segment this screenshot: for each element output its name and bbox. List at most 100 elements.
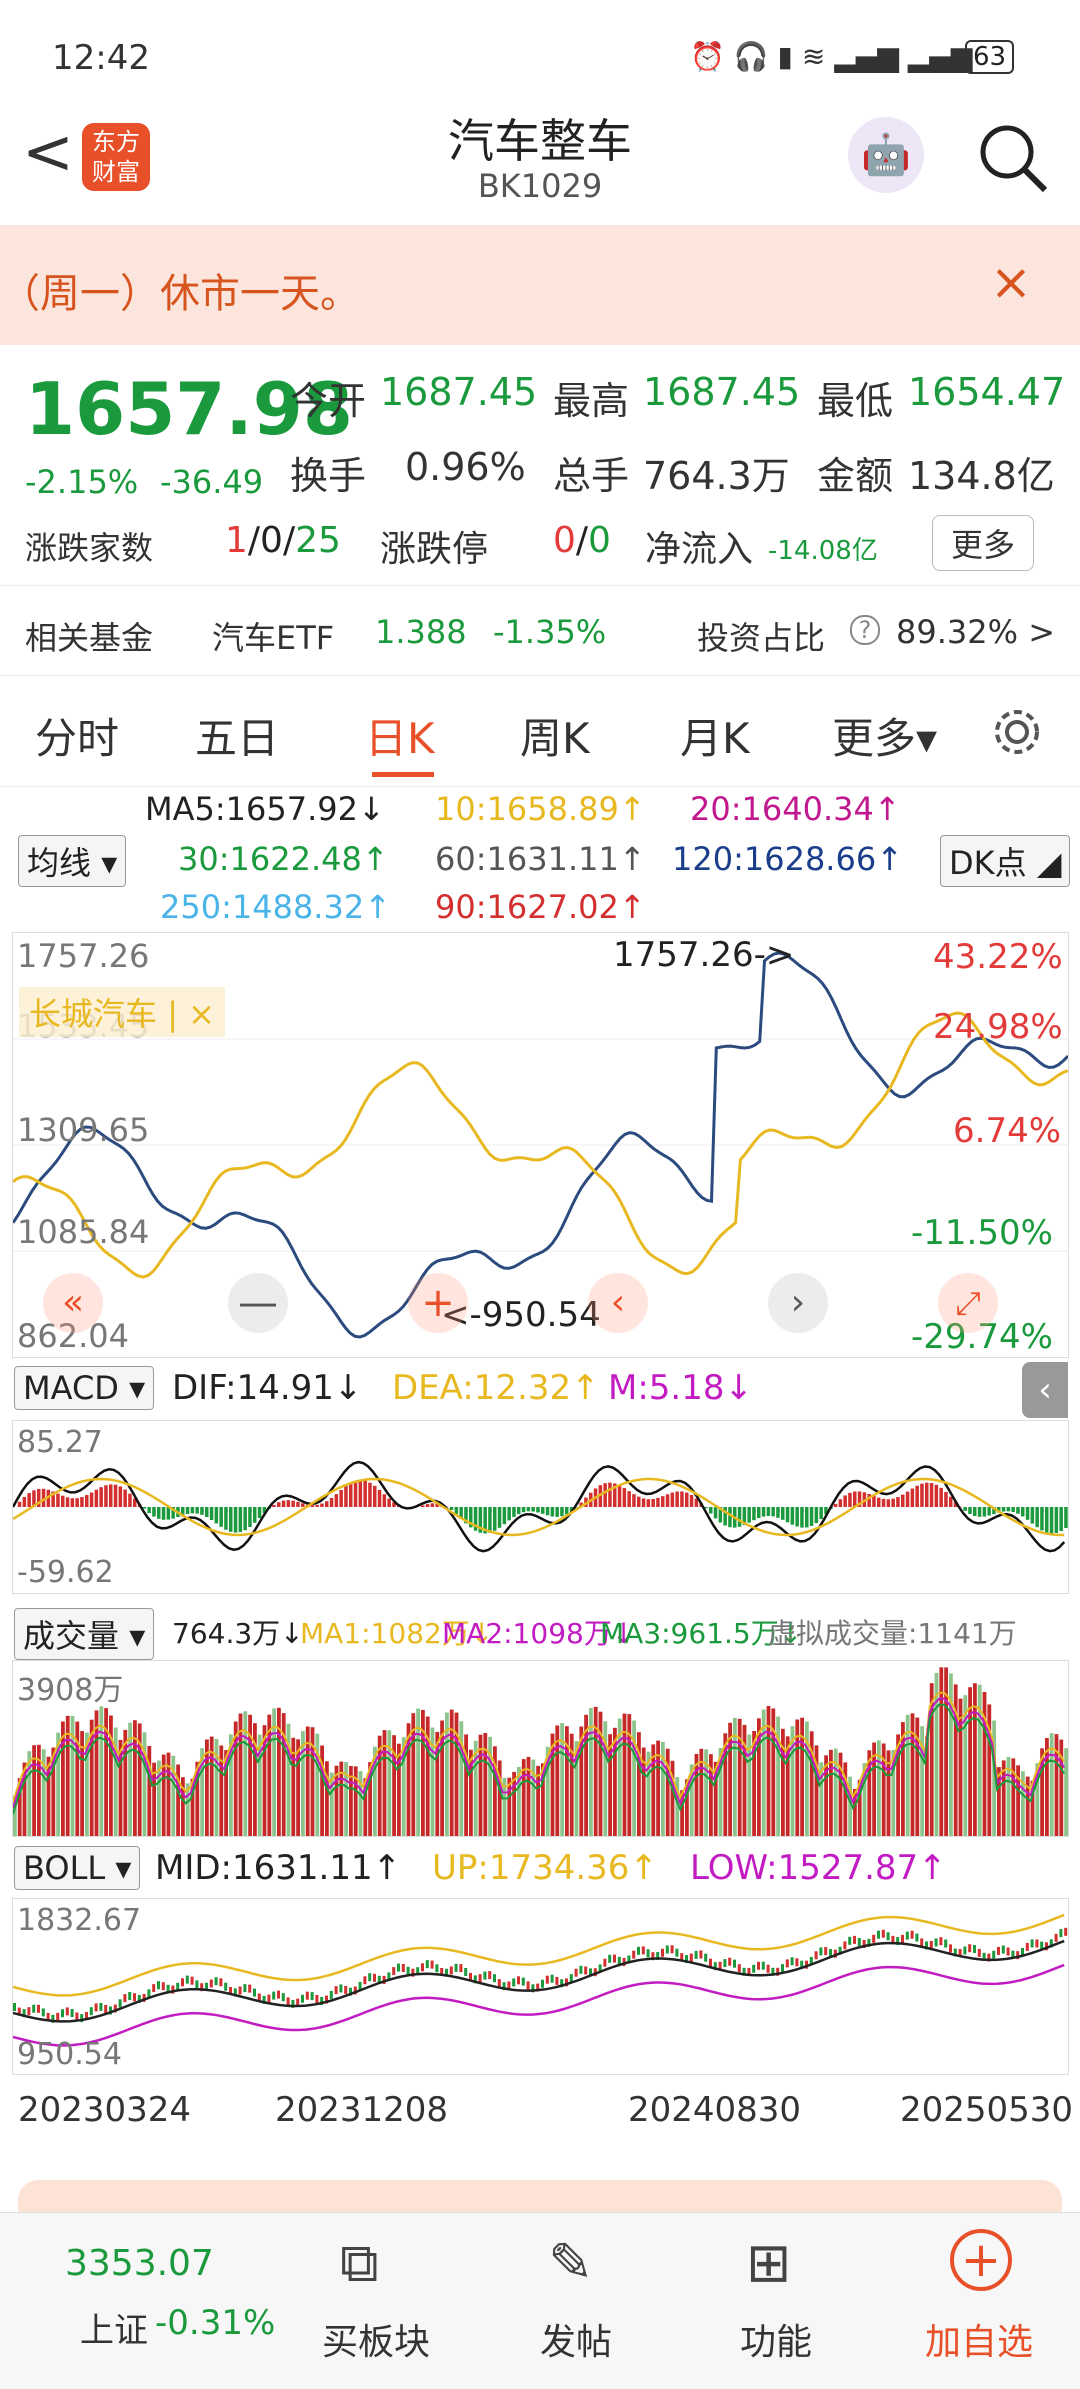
y-label-3: 1309.65 [17, 1111, 149, 1149]
macd-bar [685, 1493, 689, 1508]
macd-bar [843, 1495, 847, 1507]
boll-candle [906, 1932, 909, 1940]
tab-five-day[interactable]: 五日 [195, 705, 279, 766]
next-icon[interactable]: › [768, 1273, 828, 1333]
tab-more[interactable]: 更多▾ [832, 705, 937, 766]
post-button[interactable]: 发帖 [540, 2313, 612, 2365]
boll-mid: MID:1631.11↑ [155, 1848, 401, 1888]
overlay-stock-tag[interactable]: 长城汽车 | × [19, 987, 225, 1037]
boll-candle [1059, 1929, 1062, 1937]
boll-up: UP:1734.36↑ [432, 1848, 658, 1888]
macd-bar [1055, 1507, 1059, 1533]
boll-candle [90, 2007, 93, 2015]
up-count: 1 [225, 520, 248, 561]
boll-candle [642, 1946, 645, 1954]
boll-candle [584, 1967, 587, 1975]
invest-value[interactable]: 89.32% > [896, 613, 1055, 651]
macd-bar [834, 1504, 838, 1507]
fund-name[interactable]: 汽车ETF [212, 613, 334, 659]
sh-index-change[interactable]: -0.31% [155, 2303, 275, 2343]
boll-candle [104, 2005, 107, 2013]
macd-bar [1026, 1507, 1030, 1520]
post-icon[interactable]: ✎ [548, 2231, 593, 2294]
boll-candle [1026, 1943, 1029, 1951]
boll-candle [373, 1974, 376, 1982]
boll-candle [695, 1951, 698, 1959]
boll-candle [119, 1999, 122, 2007]
tab-monthly-k[interactable]: 月K [680, 705, 750, 766]
fund-label: 相关基金 [25, 613, 153, 659]
macd-bar [378, 1490, 382, 1507]
settings-gear-icon[interactable] [990, 705, 1044, 759]
y-label-4: 1085.84 [17, 1213, 149, 1251]
dk-point-button[interactable]: DK点 ◢ [940, 835, 1070, 887]
macd-bar [71, 1498, 75, 1507]
boll-candle [397, 1964, 400, 1972]
boll-candle [512, 1978, 515, 1986]
macd-bar [791, 1507, 795, 1525]
add-favorite-button[interactable]: 加自选 [925, 2313, 1033, 2365]
boll-candle [728, 1958, 731, 1966]
macd-bar [901, 1495, 905, 1507]
function-grid-icon[interactable]: ⊞ [746, 2231, 791, 2294]
tab-intraday[interactable]: 分时 [35, 705, 119, 766]
sh-index-value[interactable]: 3353.07 [65, 2243, 214, 2284]
add-favorite-icon[interactable]: + [950, 2229, 1012, 2291]
volume-virtual: 虚拟成交量:1141万 [768, 1612, 1017, 1652]
macd-bar [330, 1498, 334, 1507]
macd-bar [795, 1507, 799, 1527]
macd-bar [507, 1507, 511, 1520]
collapse-panel-icon[interactable]: ‹ [1022, 1362, 1068, 1418]
ma-select[interactable]: 均线 ▾ [18, 835, 126, 887]
macd-select[interactable]: MACD ▾ [14, 1366, 154, 1410]
macd-bar [944, 1492, 948, 1507]
boll-candle [455, 1964, 458, 1972]
main-chart[interactable]: 1757.26 1533.45 1309.65 1085.84 862.04 4… [12, 932, 1069, 1358]
boll-candle [426, 1960, 429, 1968]
prev-icon[interactable]: ‹ [588, 1273, 648, 1333]
boll-mid-line [13, 1941, 1064, 2021]
ma60-value: 60:1631.11↑ [435, 840, 646, 878]
boll-candle [848, 1937, 851, 1945]
tab-weekly-k[interactable]: 周K [520, 705, 590, 766]
scroll-left-icon[interactable]: « [43, 1273, 103, 1333]
boll-candle [675, 1949, 678, 1957]
ma5-value: MA5:1657.92↓ [145, 790, 385, 828]
boll-candle [791, 1957, 794, 1965]
boll-candle [603, 1959, 606, 1967]
robot-assistant-icon[interactable]: 🤖 [848, 117, 924, 193]
date-label-2: 20231208 [275, 2090, 448, 2130]
zoom-in-icon[interactable]: + [408, 1273, 468, 1333]
macd-bar [205, 1507, 209, 1517]
boll-candle [133, 1993, 136, 2001]
macd-bar [488, 1507, 492, 1533]
tab-daily-k[interactable]: 日K [365, 705, 435, 766]
back-button[interactable]: < [22, 115, 74, 188]
macd-bar [162, 1507, 166, 1520]
sh-index-name[interactable]: 上证 [80, 2303, 148, 2352]
macd-bar [186, 1507, 190, 1514]
function-button[interactable]: 功能 [740, 2313, 812, 2365]
boll-candle [56, 2013, 59, 2021]
buy-board-button[interactable]: 买板块 [322, 2313, 430, 2365]
macd-bar [887, 1499, 891, 1507]
boll-select[interactable]: BOLL ▾ [14, 1846, 140, 1890]
volume-select[interactable]: 成交量 ▾ [14, 1608, 154, 1660]
boll-candle [757, 1962, 760, 1970]
search-icon[interactable] [975, 120, 1050, 195]
macd-bar [771, 1507, 775, 1516]
close-icon[interactable]: × [990, 253, 1032, 311]
boll-low: LOW:1527.87↑ [690, 1848, 947, 1888]
fullscreen-icon[interactable]: ⤢ [938, 1273, 998, 1333]
boll-candle [815, 1951, 818, 1959]
boll-candle [1002, 1946, 1005, 1954]
help-icon[interactable]: ? [850, 615, 880, 645]
macd-bar [344, 1486, 348, 1507]
more-button[interactable]: 更多 [932, 515, 1034, 571]
limit-up-count: 0 [553, 520, 576, 561]
buy-board-icon[interactable]: ⧉ [340, 2231, 379, 2295]
boll-candle [527, 1981, 530, 1989]
boll-candle [215, 1977, 218, 1985]
macd-bar [315, 1505, 319, 1507]
zoom-out-icon[interactable]: — [228, 1273, 288, 1333]
